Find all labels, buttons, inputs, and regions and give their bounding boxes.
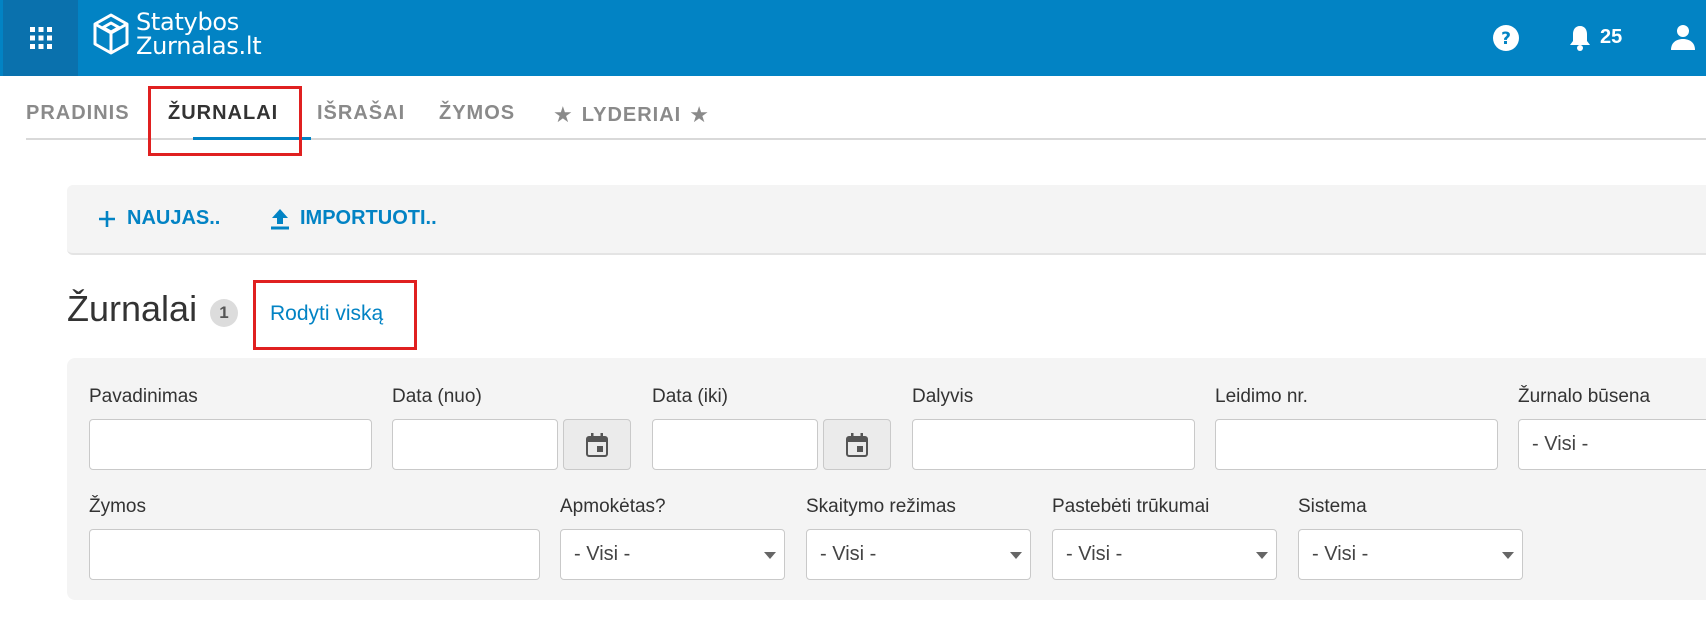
page-title: Žurnalai xyxy=(67,288,198,329)
tab-zymos[interactable]: ŽYMOS xyxy=(439,102,515,125)
paid-select-value: - Visi - xyxy=(574,543,631,565)
paid-label: Apmokėtas? xyxy=(560,496,666,517)
svg-text:?: ? xyxy=(1501,29,1511,49)
participant-input[interactable] xyxy=(912,419,1195,470)
help-button[interactable]: ? xyxy=(1492,24,1520,52)
date-to-label: Data (iki) xyxy=(652,386,729,407)
logo-line-2: Zurnalas.lt xyxy=(136,32,262,60)
import-button[interactable]: IMPORTUOTI.. xyxy=(270,207,437,230)
notifications-button[interactable]: 25 xyxy=(1568,24,1622,51)
user-icon xyxy=(1671,25,1695,50)
system-label: Sistema xyxy=(1298,496,1367,517)
status-select-value: - Visi - xyxy=(1532,433,1589,455)
name-filter-label: Pavadinimas xyxy=(89,386,198,407)
chevron-down-icon xyxy=(1010,552,1022,559)
tab-israsai[interactable]: IŠRAŠAI xyxy=(317,102,405,125)
logo-text: Statybos Zurnalas.lt xyxy=(136,8,262,60)
date-to-input[interactable] xyxy=(652,419,818,470)
bell-icon xyxy=(1570,26,1590,51)
permit-label: Leidimo nr. xyxy=(1215,386,1308,407)
name-filter-input[interactable] xyxy=(89,419,372,470)
system-select[interactable]: - Visi - xyxy=(1298,529,1523,580)
show-all-link[interactable]: Rodyti viską xyxy=(270,302,383,326)
date-from-label: Data (nuo) xyxy=(392,386,482,407)
highlight-box-tab xyxy=(148,86,302,156)
participant-label: Dalyvis xyxy=(912,386,974,407)
new-journal-label: NAUJAS.. xyxy=(127,207,221,229)
tags-input[interactable] xyxy=(89,529,540,580)
paid-select[interactable]: - Visi - xyxy=(560,529,785,580)
logo-line-1: Statybos xyxy=(136,8,239,36)
plus-icon xyxy=(97,209,117,229)
star-icon: ★ xyxy=(689,102,710,127)
user-menu-button[interactable] xyxy=(1670,24,1696,50)
tab-lyderiai-label: LYDERIAI xyxy=(581,103,682,126)
status-select[interactable]: - Visi - xyxy=(1518,419,1706,470)
import-label: IMPORTUOTI.. xyxy=(300,207,437,229)
defects-label: Pastebėti trūkumai xyxy=(1052,496,1210,517)
top-bar: Statybos Zurnalas.lt ? 25 xyxy=(0,0,1706,76)
chevron-down-icon xyxy=(764,552,776,559)
tab-lyderiai[interactable]: ★ LYDERIAI ★ xyxy=(553,102,710,128)
new-journal-button[interactable]: NAUJAS.. xyxy=(97,207,220,230)
count-badge: 1 xyxy=(210,299,238,327)
defects-select[interactable]: - Visi - xyxy=(1052,529,1277,580)
filters-panel: Pavadinimas Data (nuo) Data (iki) Dalyvi… xyxy=(67,358,1706,600)
logo-cube-icon xyxy=(93,13,129,55)
date-from-input[interactable] xyxy=(392,419,558,470)
calendar-icon xyxy=(586,432,608,457)
date-from-calendar-button[interactable] xyxy=(563,419,631,470)
logo[interactable]: Statybos Zurnalas.lt xyxy=(92,8,262,60)
permit-input[interactable] xyxy=(1215,419,1498,470)
upload-icon xyxy=(270,208,290,230)
apps-grid-button[interactable] xyxy=(3,0,78,76)
calendar-icon xyxy=(846,432,868,457)
tab-pradinis[interactable]: PRADINIS xyxy=(26,102,130,125)
read-mode-label: Skaitymo režimas xyxy=(806,496,956,517)
system-select-value: - Visi - xyxy=(1312,543,1369,565)
notification-count: 25 xyxy=(1600,26,1623,48)
star-icon: ★ xyxy=(553,102,574,127)
chevron-down-icon xyxy=(1256,552,1268,559)
read-mode-select[interactable]: - Visi - xyxy=(806,529,1031,580)
date-to-calendar-button[interactable] xyxy=(823,419,891,470)
help-icon: ? xyxy=(1493,25,1519,51)
apps-grid-icon xyxy=(29,27,52,49)
chevron-down-icon xyxy=(1502,552,1514,559)
read-mode-select-value: - Visi - xyxy=(820,543,877,565)
tags-label: Žymos xyxy=(89,496,146,517)
action-toolbar: NAUJAS.. IMPORTUOTI.. xyxy=(67,185,1706,255)
status-label: Žurnalo būsena xyxy=(1518,386,1651,407)
defects-select-value: - Visi - xyxy=(1066,543,1123,565)
